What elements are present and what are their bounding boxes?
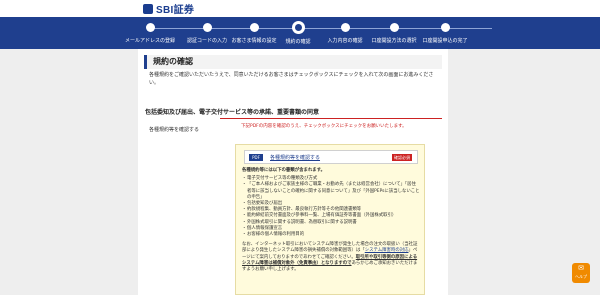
help-button[interactable]: ✉ ヘルプ bbox=[572, 263, 590, 283]
sbi-logo-mark-icon bbox=[143, 3, 153, 14]
step-dot-icon bbox=[340, 23, 350, 32]
step-application-complete: 口座開設申込の完了 bbox=[405, 23, 485, 44]
step-dot-icon bbox=[202, 23, 212, 32]
step-dot-icon bbox=[389, 23, 399, 32]
terms-pdf-link-box[interactable]: PDF 各種規約等を確認する 確認必須 bbox=[244, 150, 418, 164]
terms-lead: 各種規約等には以下の書類が含まれます。 bbox=[242, 168, 325, 173]
logo-text: SBI証券 bbox=[156, 5, 195, 16]
step-label: 口座開設申込の完了 bbox=[422, 38, 468, 44]
system-failure-link[interactable]: システム障害時の対応 bbox=[365, 248, 409, 253]
pdf-badge: PDF bbox=[249, 154, 263, 161]
section-divider bbox=[220, 118, 442, 119]
page-title: 規約の確認 bbox=[153, 57, 193, 66]
step-dot-active-icon bbox=[292, 22, 304, 33]
pdf-instruction-note: 下記PDFの内容を確認のうえ、チェックボックスにチェックをお願いいたします。 bbox=[241, 124, 407, 129]
system-failure-note: なお、インターネット取引においてシステム障害が発生した場合の注文の取扱い（当社証… bbox=[242, 242, 420, 273]
list-item: 「ご本人様およびご家族主様のご職業・お勤め先（または経営会社）について」「居住者… bbox=[242, 182, 420, 201]
chat-icon: ✉ bbox=[578, 264, 584, 272]
row-label: 各種規約等を確認する bbox=[149, 127, 200, 133]
terms-pdf-link[interactable]: 各種規約等を確認する bbox=[270, 154, 320, 161]
top-header: SBI証券 bbox=[0, 0, 600, 17]
help-label: ヘルプ bbox=[575, 274, 587, 279]
step-dot-icon bbox=[440, 23, 450, 32]
main-content: 規約の確認 各種規約をご確認いただいたうえで、同意いただけるお客さまはチェックボ… bbox=[138, 49, 448, 295]
step-dot-icon bbox=[145, 23, 155, 32]
progress-stepper: メールアドレスの登録 認証コードの入力 お客さま情報の設定 規約の確認 入力内容… bbox=[0, 17, 600, 49]
terms-document-body: 各種規約等には以下の書類が含まれます。 電子交付サービス等の種類及び方式 「ご本… bbox=[242, 168, 420, 273]
intro-text: 各種規約をご確認いただいたうえで、同意いただけるお客さまはチェックボックスにチェ… bbox=[149, 72, 434, 86]
list-item: お客様の個人情報の利用目的 bbox=[242, 232, 420, 238]
sbi-logo[interactable]: SBI証券 bbox=[143, 2, 195, 16]
page-title-bar: 規約の確認 bbox=[144, 55, 442, 69]
terms-list: 電子交付サービス等の種類及び方式 「ご本人様およびご家族主様のご職業・お勤め先（… bbox=[242, 176, 420, 238]
terms-document-panel[interactable]: PDF 各種規約等を確認する 確認必須 各種規約等には以下の書類が含まれます。 … bbox=[235, 144, 425, 295]
section-heading: 包括委知及び届出、電子交付サービス等の承諾、重要書類の同意 bbox=[145, 109, 320, 116]
required-badge: 確認必須 bbox=[392, 154, 412, 161]
